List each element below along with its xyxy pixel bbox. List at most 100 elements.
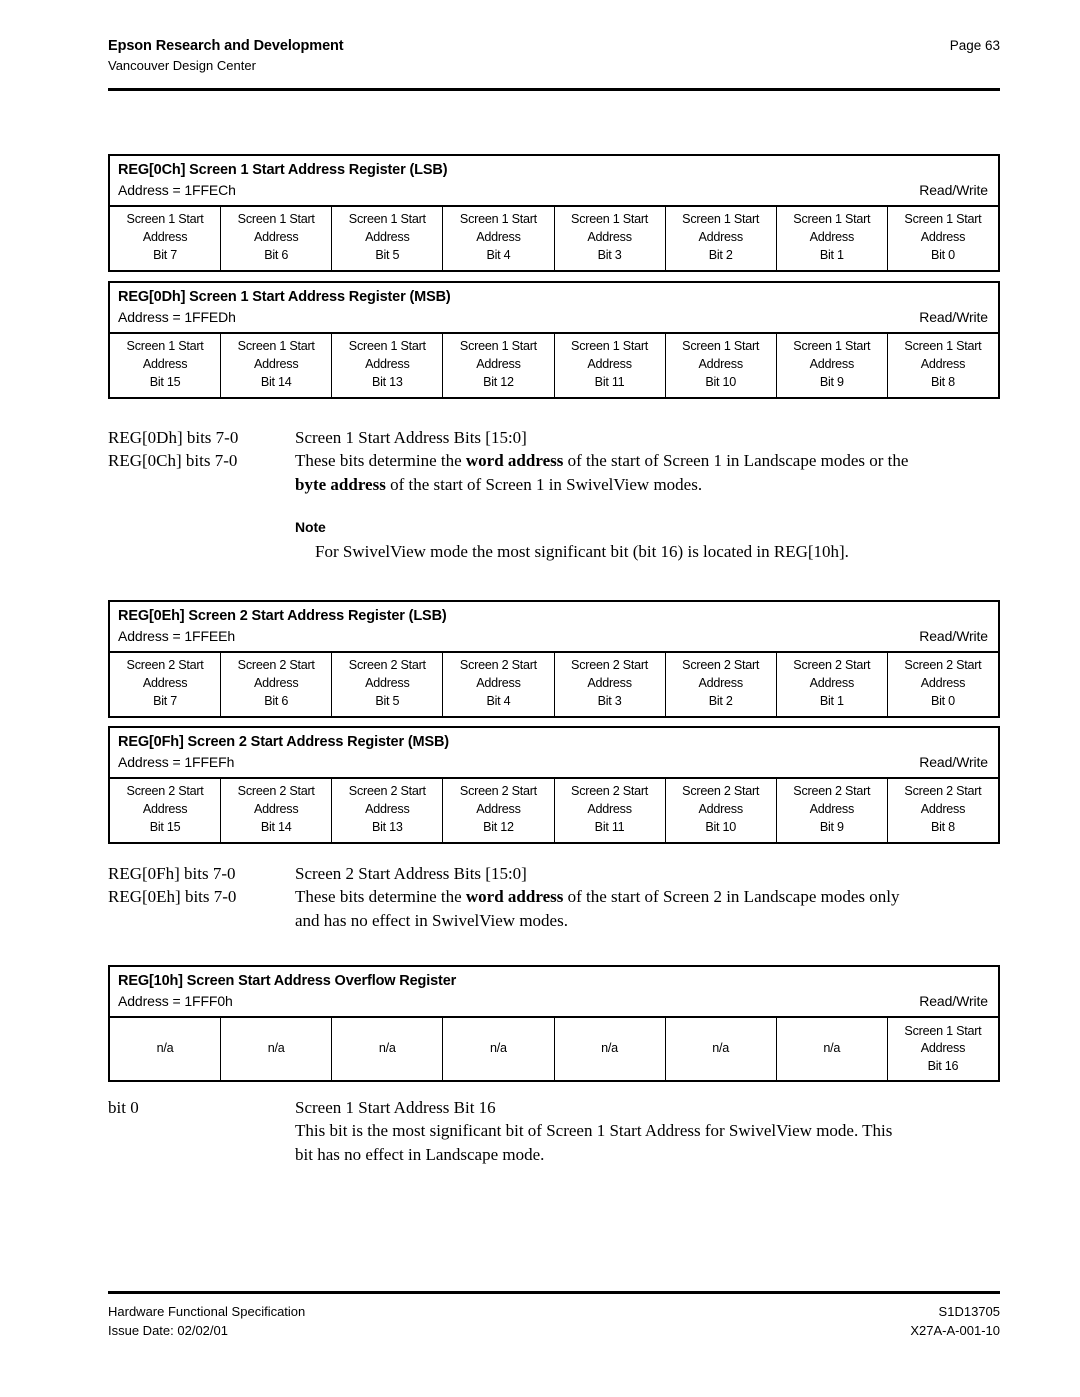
description-line: REG[0Ch] bits 7-0 These bits determine t… — [108, 449, 1008, 472]
bit-cell: Screen 1 Start Address Bit 11 — [553, 334, 665, 397]
bit-cell: Screen 2 Start Address Bit 0 — [886, 653, 998, 716]
footer-rule — [108, 1291, 1000, 1294]
register-address-row: Address = 1FFEFh Read/Write — [118, 753, 990, 771]
description-block-screen2: REG[0Fh] bits 7-0 Screen 2 Start Address… — [108, 862, 1008, 932]
bit-cell: Screen 1 Start Address Bit 13 — [331, 334, 442, 397]
bit-cell: n/a — [553, 1018, 665, 1081]
description-text: Screen 1 Start Address Bit 16 — [295, 1098, 496, 1117]
description-line: REG[0Eh] bits 7-0 These bits determine t… — [108, 885, 1008, 908]
register-header: REG[0Fh] Screen 2 Start Address Register… — [110, 728, 998, 780]
bit-field-row: Screen 1 Start Address Bit 15 Screen 1 Sta… — [110, 334, 998, 397]
register-address-row: Address = 1FFECh Read/Write — [118, 181, 990, 199]
bit-cell: Screen 1 Start Address Bit 3 — [553, 207, 665, 270]
description-line: bit 0 Screen 1 Start Address Bit 16 — [108, 1096, 1008, 1119]
bit-cell: n/a — [664, 1018, 776, 1081]
bit-field-row: Screen 1 Start Address Bit 7 Screen 1 Star… — [110, 207, 998, 270]
register-address: Address = 1FFEEh — [118, 628, 236, 645]
document-page: Epson Research and Development Page 63 V… — [0, 0, 1080, 1397]
register-address: Address = 1FFEDh — [118, 309, 236, 326]
register-table-reg0ch: REG[0Ch] Screen 1 Start Address Register… — [108, 154, 1000, 272]
register-access: Read/Write — [919, 182, 988, 199]
register-header: REG[0Ch] Screen 1 Start Address Register… — [110, 156, 998, 208]
bit-cell: n/a — [442, 1018, 553, 1081]
bit-cell: Screen 2 Start Address Bit 4 — [442, 653, 553, 716]
page-header: Epson Research and Development Page 63 V… — [108, 38, 1000, 73]
bit-cell: Screen 1 Start Address Bit 1 — [775, 207, 887, 270]
register-table-reg10h: REG[10h] Screen Start Address Overflow R… — [108, 965, 1000, 1083]
bit-cell: n/a — [331, 1018, 442, 1081]
register-title: REG[10h] Screen Start Address Overflow R… — [118, 973, 457, 989]
page-footer: Hardware Functional Specification S1D137… — [108, 1303, 1000, 1341]
description-block-screen1: REG[0Dh] bits 7-0 Screen 1 Start Address… — [108, 426, 1008, 563]
header-rule — [108, 88, 1000, 91]
bit-cell: Screen 1 Start Address Bit 0 — [886, 207, 998, 270]
bit-cell: Screen 1 Start Address Bit 14 — [220, 334, 331, 397]
register-title: REG[0Eh] Screen 2 Start Address Register… — [118, 608, 447, 624]
note-text: For SwivelView mode the most significant… — [315, 542, 849, 562]
register-title: REG[0Dh] Screen 1 Start Address Register… — [118, 289, 451, 305]
bit-cell: Screen 2 Start Address Bit 15 — [126, 784, 204, 835]
register-header: REG[0Dh] Screen 1 Start Address Register… — [110, 283, 998, 335]
register-address: Address = 1FFF0h — [118, 993, 233, 1010]
bit-cell: Screen 1 Start Address Bit 5 — [331, 207, 442, 270]
bit-cell: n/a — [775, 1018, 887, 1081]
description-label: bit 0 — [108, 1098, 139, 1117]
bit-field-row: n/a n/a n/a n/a n/a n/a n/a Screen 1 Sta… — [110, 1018, 998, 1081]
register-address-row: Address = 1FFEDh Read/Write — [118, 308, 990, 326]
register-address-row: Address = 1FFF0h Read/Write — [118, 992, 990, 1010]
bit-cell: Screen 2 Start Address Bit 7 — [126, 658, 204, 709]
description-text: These bits determine the word address of… — [295, 887, 900, 907]
description-line: REG[0Dh] bits 7-0 Screen 1 Start Address… — [108, 426, 1008, 449]
company-subtitle: Vancouver Design Center — [108, 58, 256, 73]
register-title: REG[0Fh] Screen 2 Start Address Register… — [118, 734, 449, 750]
bit-cell: Screen 2 Start Address Bit 1 — [775, 653, 887, 716]
note-block: Note For SwivelView mode the most signif… — [295, 518, 1008, 563]
description-text: These bits determine the word address of… — [295, 451, 909, 471]
bit-cell: Screen 2 Start Address Bit 6 — [220, 653, 331, 716]
description-label: REG[0Eh] bits 7-0 — [108, 887, 237, 907]
description-label: REG[0Fh] bits 7-0 — [108, 864, 236, 883]
description-line: REG[0Fh] bits 7-0 Screen 2 Start Address… — [108, 862, 1008, 885]
register-address: Address = 1FFECh — [118, 182, 236, 199]
register-header: REG[0Eh] Screen 2 Start Address Register… — [110, 602, 998, 654]
register-table-reg0fh: REG[0Fh] Screen 2 Start Address Register… — [108, 726, 1000, 844]
bit-cell: Screen 1 Start Address Bit 8 — [886, 334, 998, 397]
footer-issue-date: Issue Date: 02/02/01 — [108, 1322, 228, 1338]
bit-cell: Screen 1 Start Address Bit 4 — [442, 207, 553, 270]
bit-cell: Screen 1 Start Address Bit 15 — [126, 339, 204, 390]
header-top-row: Epson Research and Development Page 63 — [108, 38, 1000, 54]
bit-cell: Screen 1 Start Address Bit 12 — [442, 334, 553, 397]
bit-cell: Screen 1 Start Address Bit 16 — [886, 1018, 998, 1081]
footer-row-1: Hardware Functional Specification S1D137… — [108, 1303, 1000, 1322]
register-access: Read/Write — [919, 309, 988, 326]
bit-cell: Screen 2 Start Address Bit 2 — [664, 653, 776, 716]
company-title: Epson Research and Development — [108, 38, 344, 54]
bit-cell: Screen 2 Start Address Bit 12 — [442, 779, 553, 842]
footer-row-2: Issue Date: 02/02/01 X27A-A-001-10 — [108, 1322, 1000, 1341]
register-header: REG[10h] Screen Start Address Overflow R… — [110, 967, 998, 1019]
description-text: Screen 1 Start Address Bits [15:0] — [295, 428, 527, 447]
description-text-continued: byte address of the start of Screen 1 in… — [295, 474, 703, 494]
footer-part-number: S1D13705 — [938, 1304, 1000, 1319]
description-text-continued: bit has no effect in Landscape mode. — [295, 1144, 545, 1164]
register-table-reg0eh: REG[0Eh] Screen 2 Start Address Register… — [108, 600, 1000, 718]
bit-cell: Screen 2 Start Address Bit 3 — [553, 653, 665, 716]
register-access: Read/Write — [919, 628, 988, 645]
register-table-reg0dh: REG[0Dh] Screen 1 Start Address Register… — [108, 281, 1000, 399]
bit-cell: Screen 1 Start Address Bit 6 — [220, 207, 331, 270]
description-text: Screen 2 Start Address Bits [15:0] — [295, 864, 527, 883]
bit-cell: Screen 2 Start Address Bit 11 — [553, 779, 665, 842]
bit-cell: Screen 2 Start Address Bit 9 — [775, 779, 887, 842]
page-number: Page 63 — [949, 38, 1000, 53]
bit-cell: Screen 2 Start Address Bit 14 — [220, 779, 331, 842]
footer-doc-type: Hardware Functional Specification — [108, 1304, 306, 1319]
description-text-continued: and has no effect in SwivelView modes. — [295, 910, 568, 930]
note-title: Note — [295, 518, 326, 535]
bit-field-row: Screen 2 Start Address Bit 15 Screen 2 Sta… — [110, 779, 998, 842]
register-access: Read/Write — [919, 993, 988, 1010]
register-access: Read/Write — [919, 754, 988, 771]
register-title: REG[0Ch] Screen 1 Start Address Register… — [118, 162, 448, 178]
bit-field-row: Screen 2 Start Address Bit 7 Screen 2 Star… — [110, 653, 998, 716]
bit-cell: n/a — [156, 1041, 174, 1056]
description-text-continued: This bit is the most significant bit of … — [295, 1121, 893, 1141]
